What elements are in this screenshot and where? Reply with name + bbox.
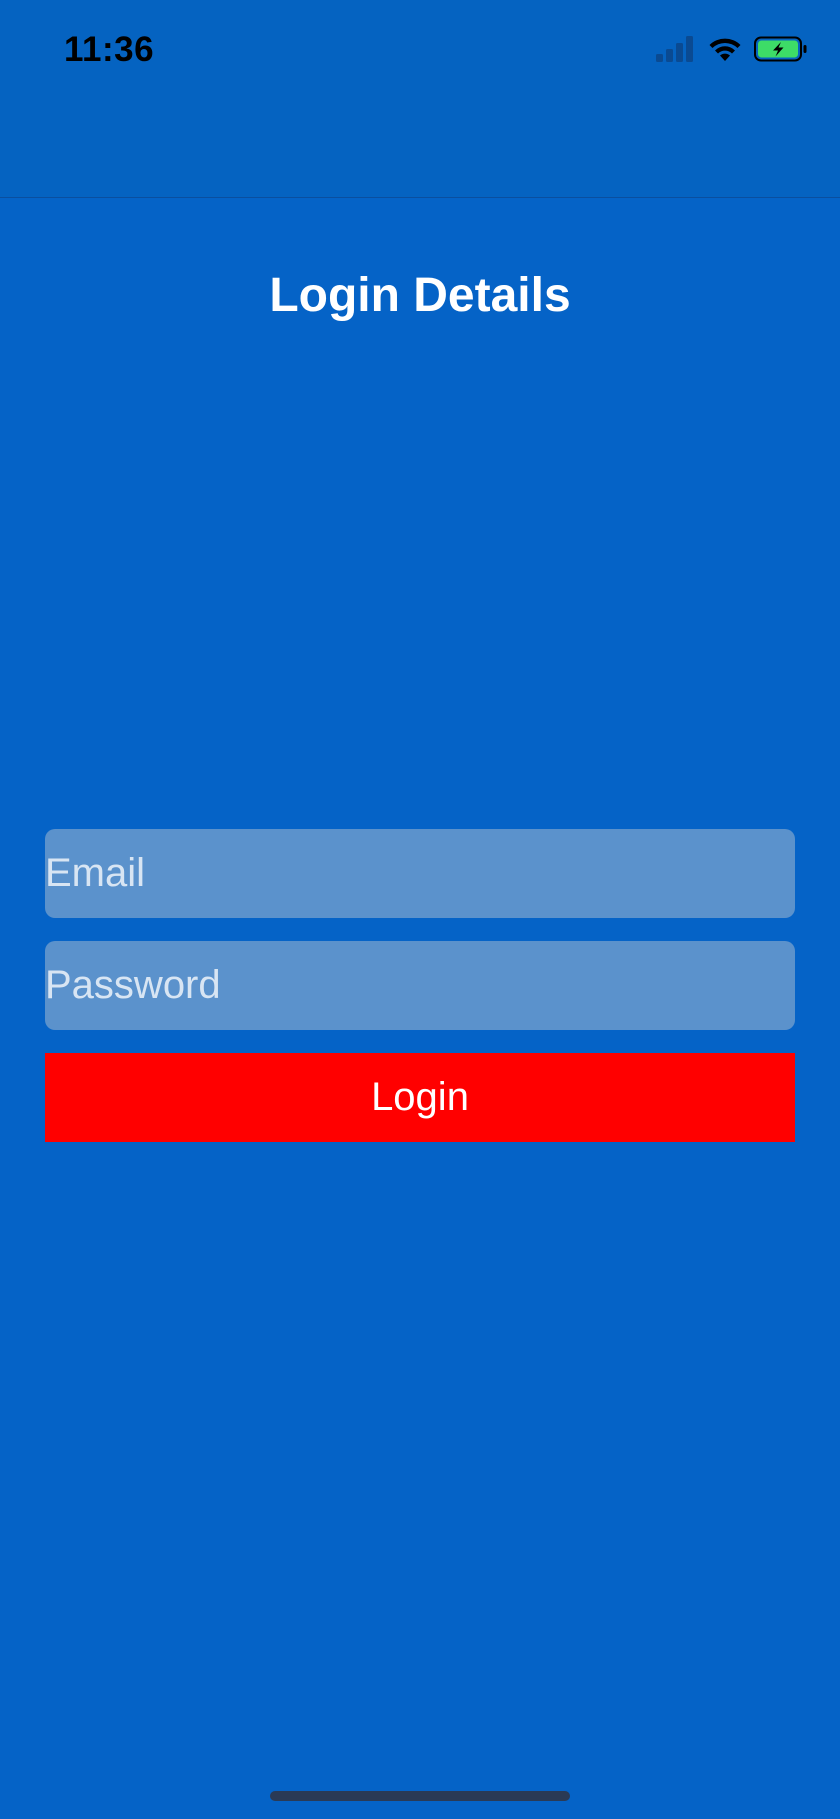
cellular-signal-icon [656, 36, 693, 62]
status-icons [656, 36, 808, 62]
page-title: Login Details [269, 269, 571, 322]
password-field[interactable] [45, 941, 795, 1030]
status-bar: 11:36 [0, 0, 840, 198]
home-indicator [270, 1791, 570, 1801]
wifi-icon [709, 38, 741, 61]
battery-charging-icon [754, 36, 807, 62]
email-field[interactable] [45, 829, 795, 918]
login-button[interactable]: Login [45, 1053, 795, 1142]
status-time: 11:36 [64, 30, 155, 69]
